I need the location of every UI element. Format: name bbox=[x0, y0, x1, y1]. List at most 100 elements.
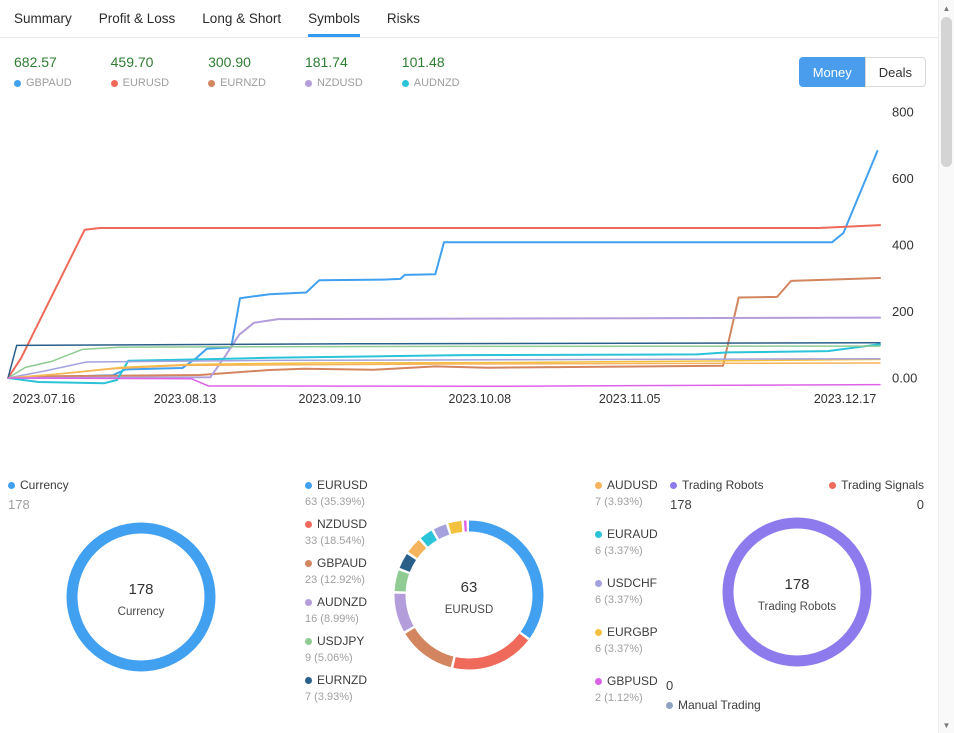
donut-center-label: EURUSD bbox=[445, 604, 494, 616]
symbols-donut-chart[interactable]: 63 EURUSD bbox=[384, 510, 554, 680]
y-axis-tick-label: 800 bbox=[892, 105, 914, 120]
series-color-dot bbox=[305, 481, 312, 489]
currency-legend[interactable]: Currency 178 bbox=[8, 478, 69, 512]
symbols-line-chart[interactable]: 800 600 400 200 0.00 2023.07.16 2023.08.13 2023… bbox=[0, 100, 938, 412]
series-label: AUDNZD bbox=[413, 77, 460, 89]
series-color-dot bbox=[8, 481, 15, 489]
deals-button[interactable]: Deals bbox=[864, 57, 926, 87]
y-axis-tick-label: 200 bbox=[892, 304, 914, 319]
symbol-legend-item-eurnzd[interactable]: EURNZD 7 (3.93%) bbox=[305, 673, 368, 703]
symbol-legend-item-nzdusd[interactable]: NZDUSD 33 (18.54%) bbox=[305, 517, 368, 547]
donut-center-label: Currency bbox=[118, 606, 165, 618]
tab-risks[interactable]: Risks bbox=[387, 0, 420, 37]
series-color-dot bbox=[305, 637, 312, 645]
series-color-dot bbox=[666, 701, 673, 709]
series-color-dot bbox=[595, 530, 602, 538]
scroll-down-button[interactable]: ▼ bbox=[939, 717, 954, 733]
line-chart-legend: 682.57 GBPAUD 459.70 EURUSD 300.90 EURNZD 181.… bbox=[14, 54, 460, 89]
symbol-legend-item-usdjpy[interactable]: USDJPY 9 (5.06%) bbox=[305, 634, 368, 664]
symbol-legend-item-gbpaud[interactable]: GBPAUD 23 (12.92%) bbox=[305, 556, 368, 586]
chart-legend-item-nzdusd[interactable]: 181.74 NZDUSD bbox=[304, 54, 363, 89]
symbol-label: EURGBP bbox=[607, 625, 658, 639]
symbol-detail: 63 (35.39%) bbox=[305, 496, 365, 508]
tab-summary[interactable]: Summary bbox=[14, 0, 72, 37]
series-color-dot bbox=[110, 79, 118, 87]
series-color-dot bbox=[305, 559, 312, 567]
legend-value: 178 bbox=[8, 497, 30, 512]
symbol-detail: 6 (3.37%) bbox=[595, 545, 643, 557]
series-label: EURUSD bbox=[122, 77, 170, 89]
symbol-detail: 7 (3.93%) bbox=[305, 691, 353, 703]
symbol-legend-item-audusd[interactable]: AUDUSD 7 (3.93%) bbox=[595, 478, 658, 508]
symbol-label: GBPAUD bbox=[317, 556, 367, 570]
donut-center-value: 178 bbox=[128, 581, 153, 598]
tab-long-short[interactable]: Long & Short bbox=[202, 0, 281, 37]
line-series-gbpusd[interactable] bbox=[7, 377, 881, 388]
x-axis-tick-label: 2023.11.05 bbox=[599, 392, 661, 406]
tab-bar: Summary Profit & Loss Long & Short Symbols R… bbox=[0, 0, 938, 38]
chart-legend-item-eurnzd[interactable]: 300.90 EURNZD bbox=[208, 54, 266, 89]
scrollbar-thumb[interactable] bbox=[941, 17, 952, 167]
tab-profit-loss[interactable]: Profit & Loss bbox=[99, 0, 176, 37]
symbol-label: AUDNZD bbox=[317, 595, 367, 609]
chart-legend-item-gbpaud[interactable]: 682.57 GBPAUD bbox=[14, 54, 72, 89]
series-final-value: 300.90 bbox=[208, 54, 251, 70]
manual-trading-legend[interactable]: 0 Manual Trading bbox=[666, 678, 761, 712]
series-color-dot bbox=[305, 676, 312, 684]
series-color-dot bbox=[305, 598, 312, 606]
x-axis-tick-label: 2023.07.16 bbox=[13, 392, 76, 406]
symbol-detail: 9 (5.06%) bbox=[305, 652, 353, 664]
x-axis-tick-label: 2023.12.17 bbox=[814, 392, 877, 406]
symbol-legend-item-usdchf[interactable]: USDCHF 6 (3.37%) bbox=[595, 576, 658, 606]
x-axis-tick-label: 2023.09.10 bbox=[299, 392, 362, 406]
chart-legend-item-audnzd[interactable]: 101.48 AUDNZD bbox=[401, 54, 460, 89]
scroll-up-button[interactable]: ▲ bbox=[939, 0, 954, 16]
symbol-legend-item-eurusd[interactable]: EURUSD 63 (35.39%) bbox=[305, 478, 368, 508]
y-axis-tick-label: 600 bbox=[892, 171, 914, 186]
symbol-legend-item-gbpusd[interactable]: GBPUSD 2 (1.12%) bbox=[595, 674, 658, 704]
y-axis-tick-label: 0.00 bbox=[892, 371, 917, 386]
chart-legend-item-eurusd[interactable]: 459.70 EURUSD bbox=[110, 54, 170, 89]
donut-center-value: 63 bbox=[461, 579, 478, 596]
legend-label: Trading Robots bbox=[682, 478, 764, 492]
series-color-dot bbox=[595, 628, 602, 636]
series-color-dot bbox=[305, 520, 312, 528]
symbol-detail: 16 (8.99%) bbox=[305, 613, 359, 625]
symbol-label: EURUSD bbox=[317, 478, 368, 492]
symbol-detail: 6 (3.37%) bbox=[595, 594, 643, 606]
symbols-legend-column-1: EURUSD 63 (35.39%) NZDUSD 33 (18.54%) GBPAUD… bbox=[305, 478, 368, 712]
vertical-scrollbar[interactable]: ▲ ▼ bbox=[938, 0, 954, 733]
legend-value: 0 bbox=[666, 678, 674, 693]
symbol-detail: 2 (1.12%) bbox=[595, 692, 643, 704]
series-label: EURNZD bbox=[220, 77, 266, 89]
series-label: NZDUSD bbox=[316, 77, 363, 89]
symbol-legend-item-euraud[interactable]: EURAUD 6 (3.37%) bbox=[595, 527, 658, 557]
y-axis-tick-label: 400 bbox=[892, 238, 914, 253]
money-deals-toggle: Money Deals bbox=[798, 57, 926, 87]
series-color-dot bbox=[304, 79, 312, 87]
series-color-dot bbox=[670, 481, 677, 489]
symbol-detail: 23 (12.92%) bbox=[305, 574, 365, 586]
series-color-dot bbox=[595, 481, 602, 489]
series-color-dot bbox=[595, 677, 602, 685]
series-label: GBPAUD bbox=[26, 77, 72, 89]
trading-robots-donut-chart[interactable]: 178 Trading Robots bbox=[712, 507, 882, 677]
symbol-label: EURNZD bbox=[317, 673, 367, 687]
symbols-legend-column-2: AUDUSD 7 (3.93%) EURAUD 6 (3.37%) USDCHF 6 (3… bbox=[595, 478, 658, 723]
series-final-value: 459.70 bbox=[110, 54, 154, 70]
series-color-dot bbox=[595, 579, 602, 587]
symbol-legend-item-eurgbp[interactable]: EURGBP 6 (3.37%) bbox=[595, 625, 658, 655]
symbol-label: GBPUSD bbox=[607, 674, 658, 688]
x-axis-tick-label: 2023.10.08 bbox=[449, 392, 512, 406]
x-axis-tick-label: 2023.08.13 bbox=[154, 392, 217, 406]
series-final-value: 101.48 bbox=[401, 54, 445, 70]
symbol-detail: 6 (3.37%) bbox=[595, 643, 643, 655]
currency-donut-chart[interactable]: 178 Currency bbox=[56, 512, 226, 682]
symbol-label: EURAUD bbox=[607, 527, 658, 541]
tab-symbols[interactable]: Symbols bbox=[308, 0, 360, 37]
symbol-label: NZDUSD bbox=[317, 517, 367, 531]
money-button[interactable]: Money bbox=[798, 57, 865, 87]
legend-label: Currency bbox=[20, 478, 69, 492]
legend-label: Trading Signals bbox=[841, 478, 924, 492]
symbol-legend-item-audnzd[interactable]: AUDNZD 16 (8.99%) bbox=[305, 595, 368, 625]
